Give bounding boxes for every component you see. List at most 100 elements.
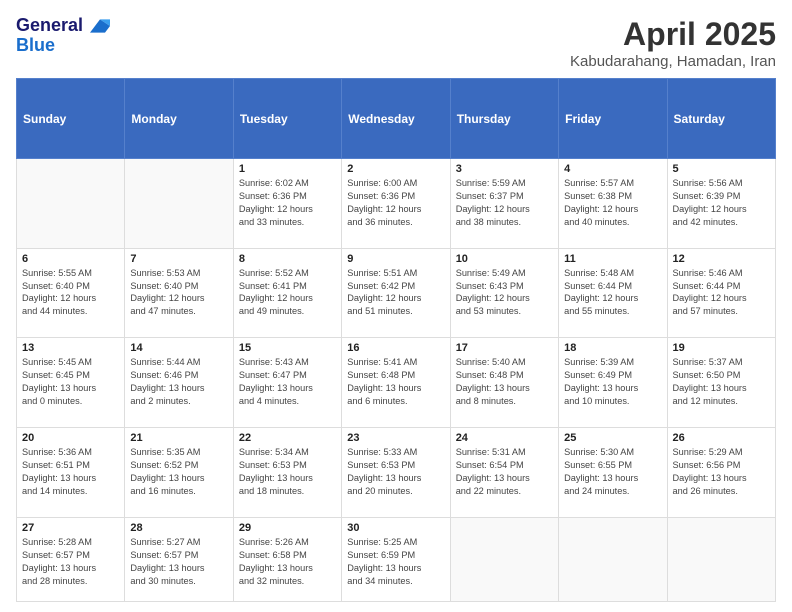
day-number: 7	[130, 253, 227, 265]
day-number: 28	[130, 522, 227, 534]
table-row: 28 Sunrise: 5:27 AM Sunset: 6:57 PM Dayli…	[125, 517, 233, 601]
day-info: Sunrise: 5:37 AM Sunset: 6:50 PM Dayligh…	[673, 356, 770, 408]
table-row: 22Sunrise: 5:34 AM Sunset: 6:53 PM Dayli…	[233, 428, 341, 518]
day-info: Sunrise: 5:40 AM Sunset: 6:48 PM Dayligh…	[456, 356, 553, 408]
header-saturday: Saturday	[667, 79, 775, 159]
day-info: Sunrise: 5:36 AM Sunset: 6:51 PM Dayligh…	[22, 446, 119, 498]
day-number: 27	[22, 522, 119, 534]
day-number: 17	[456, 342, 553, 354]
day-number: 20	[22, 432, 119, 444]
day-number: 19	[673, 342, 770, 354]
logo-blue-text: Blue	[16, 36, 110, 56]
table-row	[125, 159, 233, 249]
logo: General Blue	[16, 16, 110, 56]
calendar-header-row: Sunday Monday Tuesday Wednesday Thursday…	[17, 79, 776, 159]
calendar-week-3: 13Sunrise: 5:45 AM Sunset: 6:45 PM Dayli…	[17, 338, 776, 428]
day-number: 2	[347, 163, 444, 175]
table-row: 24 Sunrise: 5:31 AM Sunset: 6:54 PM Dayli…	[450, 428, 558, 518]
day-info: Sunrise: 5:39 AM Sunset: 6:49 PM Dayligh…	[564, 356, 661, 408]
day-number: 11	[564, 253, 661, 265]
table-row: 14Sunrise: 5:44 AM Sunset: 6:46 PM Dayli…	[125, 338, 233, 428]
day-info: Sunrise: 5:56 AM Sunset: 6:39 PM Dayligh…	[673, 177, 770, 229]
table-row: 11 Sunrise: 5:48 AM Sunset: 6:44 PM Dayli…	[559, 248, 667, 338]
day-info: Sunrise: 6:00 AM Sunset: 6:36 PM Dayligh…	[347, 177, 444, 229]
day-number: 23	[347, 432, 444, 444]
calendar-week-2: 6 Sunrise: 5:55 AM Sunset: 6:40 PM Daylig…	[17, 248, 776, 338]
day-info: Sunrise: 5:35 AM Sunset: 6:52 PM Dayligh…	[130, 446, 227, 498]
table-row: 5Sunrise: 5:56 AM Sunset: 6:39 PM Daylig…	[667, 159, 775, 249]
table-row: 9 Sunrise: 5:51 AM Sunset: 6:42 PM Daylig…	[342, 248, 450, 338]
day-info: Sunrise: 5:57 AM Sunset: 6:38 PM Dayligh…	[564, 177, 661, 229]
table-row: 10Sunrise: 5:49 AM Sunset: 6:43 PM Dayli…	[450, 248, 558, 338]
page-container: General Blue April 2025 Kabudarahang, Ha…	[0, 0, 792, 612]
day-info: Sunrise: 5:25 AM Sunset: 6:59 PM Dayligh…	[347, 536, 444, 588]
header: General Blue April 2025 Kabudarahang, Ha…	[16, 16, 776, 70]
day-number: 24	[456, 432, 553, 444]
day-info: Sunrise: 5:31 AM Sunset: 6:54 PM Dayligh…	[456, 446, 553, 498]
subtitle: Kabudarahang, Hamadan, Iran	[570, 53, 776, 70]
day-info: Sunrise: 5:52 AM Sunset: 6:41 PM Dayligh…	[239, 267, 336, 319]
calendar-week-1: 1 Sunrise: 6:02 AM Sunset: 6:36 PM Daylig…	[17, 159, 776, 249]
table-row: 29 Sunrise: 5:26 AM Sunset: 6:58 PM Dayli…	[233, 517, 341, 601]
main-title: April 2025	[570, 16, 776, 53]
day-number: 6	[22, 253, 119, 265]
table-row: 25Sunrise: 5:30 AM Sunset: 6:55 PM Dayli…	[559, 428, 667, 518]
day-info: Sunrise: 5:29 AM Sunset: 6:56 PM Dayligh…	[673, 446, 770, 498]
table-row: 26 Sunrise: 5:29 AM Sunset: 6:56 PM Dayli…	[667, 428, 775, 518]
day-info: Sunrise: 5:49 AM Sunset: 6:43 PM Dayligh…	[456, 267, 553, 319]
calendar-week-4: 20 Sunrise: 5:36 AM Sunset: 6:51 PM Dayli…	[17, 428, 776, 518]
day-number: 4	[564, 163, 661, 175]
table-row: 17 Sunrise: 5:40 AM Sunset: 6:48 PM Dayli…	[450, 338, 558, 428]
day-number: 8	[239, 253, 336, 265]
day-number: 1	[239, 163, 336, 175]
table-row: 19 Sunrise: 5:37 AM Sunset: 6:50 PM Dayli…	[667, 338, 775, 428]
day-number: 29	[239, 522, 336, 534]
table-row	[450, 517, 558, 601]
day-number: 12	[673, 253, 770, 265]
day-info: Sunrise: 6:02 AM Sunset: 6:36 PM Dayligh…	[239, 177, 336, 229]
day-info: Sunrise: 5:48 AM Sunset: 6:44 PM Dayligh…	[564, 267, 661, 319]
day-number: 22	[239, 432, 336, 444]
day-info: Sunrise: 5:26 AM Sunset: 6:58 PM Dayligh…	[239, 536, 336, 588]
table-row: 18 Sunrise: 5:39 AM Sunset: 6:49 PM Dayli…	[559, 338, 667, 428]
day-info: Sunrise: 5:33 AM Sunset: 6:53 PM Dayligh…	[347, 446, 444, 498]
day-number: 16	[347, 342, 444, 354]
day-info: Sunrise: 5:59 AM Sunset: 6:37 PM Dayligh…	[456, 177, 553, 229]
table-row: 27 Sunrise: 5:28 AM Sunset: 6:57 PM Dayli…	[17, 517, 125, 601]
table-row: 20 Sunrise: 5:36 AM Sunset: 6:51 PM Dayli…	[17, 428, 125, 518]
day-number: 30	[347, 522, 444, 534]
table-row: 15Sunrise: 5:43 AM Sunset: 6:47 PM Dayli…	[233, 338, 341, 428]
day-info: Sunrise: 5:44 AM Sunset: 6:46 PM Dayligh…	[130, 356, 227, 408]
table-row: 4 Sunrise: 5:57 AM Sunset: 6:38 PM Daylig…	[559, 159, 667, 249]
day-info: Sunrise: 5:51 AM Sunset: 6:42 PM Dayligh…	[347, 267, 444, 319]
table-row: 6 Sunrise: 5:55 AM Sunset: 6:40 PM Daylig…	[17, 248, 125, 338]
day-number: 26	[673, 432, 770, 444]
table-row: 23 Sunrise: 5:33 AM Sunset: 6:53 PM Dayli…	[342, 428, 450, 518]
logo-text: General	[16, 16, 110, 36]
table-row: 3 Sunrise: 5:59 AM Sunset: 6:37 PM Daylig…	[450, 159, 558, 249]
header-friday: Friday	[559, 79, 667, 159]
day-info: Sunrise: 5:28 AM Sunset: 6:57 PM Dayligh…	[22, 536, 119, 588]
table-row: 8 Sunrise: 5:52 AM Sunset: 6:41 PM Daylig…	[233, 248, 341, 338]
header-monday: Monday	[125, 79, 233, 159]
calendar-table: Sunday Monday Tuesday Wednesday Thursday…	[16, 78, 776, 602]
table-row: 21 Sunrise: 5:35 AM Sunset: 6:52 PM Dayli…	[125, 428, 233, 518]
day-info: Sunrise: 5:45 AM Sunset: 6:45 PM Dayligh…	[22, 356, 119, 408]
day-info: Sunrise: 5:41 AM Sunset: 6:48 PM Dayligh…	[347, 356, 444, 408]
day-info: Sunrise: 5:46 AM Sunset: 6:44 PM Dayligh…	[673, 267, 770, 319]
day-number: 9	[347, 253, 444, 265]
table-row	[667, 517, 775, 601]
table-row: 12 Sunrise: 5:46 AM Sunset: 6:44 PM Dayli…	[667, 248, 775, 338]
table-row	[559, 517, 667, 601]
day-info: Sunrise: 5:27 AM Sunset: 6:57 PM Dayligh…	[130, 536, 227, 588]
header-sunday: Sunday	[17, 79, 125, 159]
day-info: Sunrise: 5:55 AM Sunset: 6:40 PM Dayligh…	[22, 267, 119, 319]
table-row: 7Sunrise: 5:53 AM Sunset: 6:40 PM Daylig…	[125, 248, 233, 338]
table-row: 1 Sunrise: 6:02 AM Sunset: 6:36 PM Daylig…	[233, 159, 341, 249]
table-row	[17, 159, 125, 249]
day-number: 3	[456, 163, 553, 175]
day-number: 15	[239, 342, 336, 354]
header-tuesday: Tuesday	[233, 79, 341, 159]
day-number: 18	[564, 342, 661, 354]
day-number: 21	[130, 432, 227, 444]
